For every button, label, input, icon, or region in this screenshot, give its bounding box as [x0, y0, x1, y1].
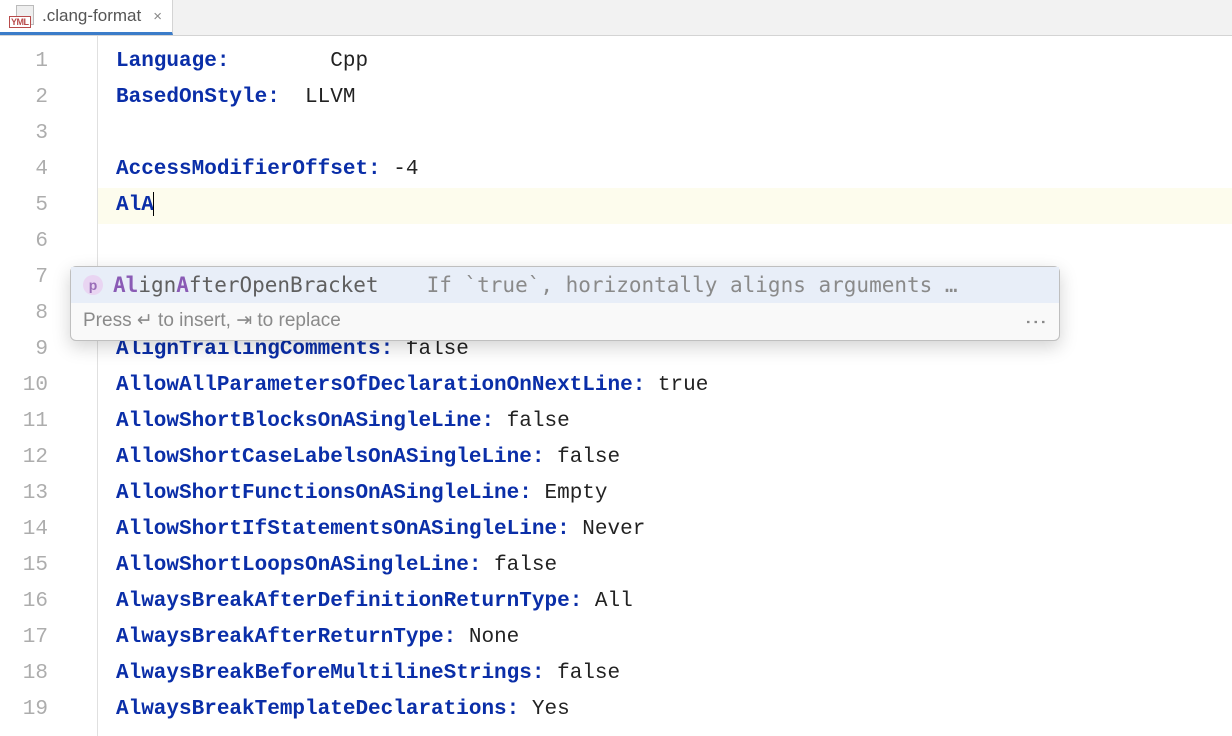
autocomplete-hint: Press ↵ to insert, ⇥ to replace ⋮: [71, 303, 1059, 340]
line-number: 13: [0, 476, 48, 512]
line-number: 5: [0, 188, 48, 224]
line-number: 2: [0, 80, 48, 116]
tab-key-icon: ⇥: [236, 310, 252, 331]
hint-text: Press: [83, 310, 137, 331]
line-number-gutter: 1 2 3 4 5 6 7 8 9 10 11 12 13 14 15 16 1…: [0, 36, 68, 736]
code-editor[interactable]: 1 2 3 4 5 6 7 8 9 10 11 12 13 14 15 16 1…: [0, 36, 1232, 736]
line-number: 3: [0, 116, 48, 152]
code-line[interactable]: AlwaysBreakAfterDefinitionReturnType: Al…: [116, 584, 1232, 620]
yaml-file-icon: YML: [10, 5, 34, 27]
code-line[interactable]: AllowShortIfStatementsOnASingleLine: Nev…: [116, 512, 1232, 548]
code-line[interactable]: AllowShortCaseLabelsOnASingleLine: false: [116, 440, 1232, 476]
autocomplete-item[interactable]: p AlignAfterOpenBracket If `true`, horiz…: [71, 267, 1059, 303]
line-number: 11: [0, 404, 48, 440]
editor-tab[interactable]: YML .clang-format ×: [0, 0, 173, 35]
code-line[interactable]: AlwaysBreakAfterReturnType: None: [116, 620, 1232, 656]
line-number: 1: [0, 44, 48, 80]
line-number: 19: [0, 692, 48, 728]
line-number: 4: [0, 152, 48, 188]
line-number: 8: [0, 296, 48, 332]
line-number: 16: [0, 584, 48, 620]
code-line[interactable]: AccessModifierOffset: -4: [116, 152, 1232, 188]
code-line[interactable]: AllowAllParametersOfDeclarationOnNextLin…: [116, 368, 1232, 404]
tab-filename: .clang-format: [42, 6, 141, 26]
code-line[interactable]: AllowShortBlocksOnASingleLine: false: [116, 404, 1232, 440]
line-number: 17: [0, 620, 48, 656]
code-line[interactable]: AllowShortFunctionsOnASingleLine: Empty: [116, 476, 1232, 512]
hint-text: to insert,: [153, 310, 236, 331]
hint-text: to replace: [252, 310, 341, 331]
text-caret: [153, 192, 154, 216]
line-number: 18: [0, 656, 48, 692]
line-number: 9: [0, 332, 48, 368]
property-icon: p: [83, 275, 103, 295]
code-line[interactable]: [116, 116, 1232, 152]
code-line[interactable]: AlwaysBreakTemplateDeclarations: Yes: [116, 692, 1232, 728]
code-line[interactable]: [116, 224, 1232, 260]
autocomplete-item-name: AlignAfterOpenBracket: [113, 273, 379, 297]
autocomplete-popup: p AlignAfterOpenBracket If `true`, horiz…: [70, 266, 1060, 341]
line-number: 14: [0, 512, 48, 548]
tab-bar: YML .clang-format ×: [0, 0, 1232, 36]
code-area[interactable]: Language: Cpp BasedOnStyle: LLVM AccessM…: [98, 36, 1232, 736]
line-number: 6: [0, 224, 48, 260]
code-line[interactable]: AllowShortLoopsOnASingleLine: false: [116, 548, 1232, 584]
close-icon[interactable]: ×: [153, 8, 162, 25]
line-number: 7: [0, 260, 48, 296]
code-line-active[interactable]: AlA: [98, 188, 1232, 224]
code-line[interactable]: BasedOnStyle: LLVM: [116, 80, 1232, 116]
code-line[interactable]: AlwaysBreakBeforeMultilineStrings: false: [116, 656, 1232, 692]
autocomplete-item-doc: If `true`, horizontally aligns arguments…: [427, 273, 1047, 297]
fold-margin: [68, 36, 98, 736]
line-number: 10: [0, 368, 48, 404]
enter-key-icon: ↵: [137, 310, 153, 331]
code-line[interactable]: Language: Cpp: [116, 44, 1232, 80]
more-options-icon[interactable]: ⋮: [1025, 311, 1047, 331]
line-number: 15: [0, 548, 48, 584]
line-number: 12: [0, 440, 48, 476]
